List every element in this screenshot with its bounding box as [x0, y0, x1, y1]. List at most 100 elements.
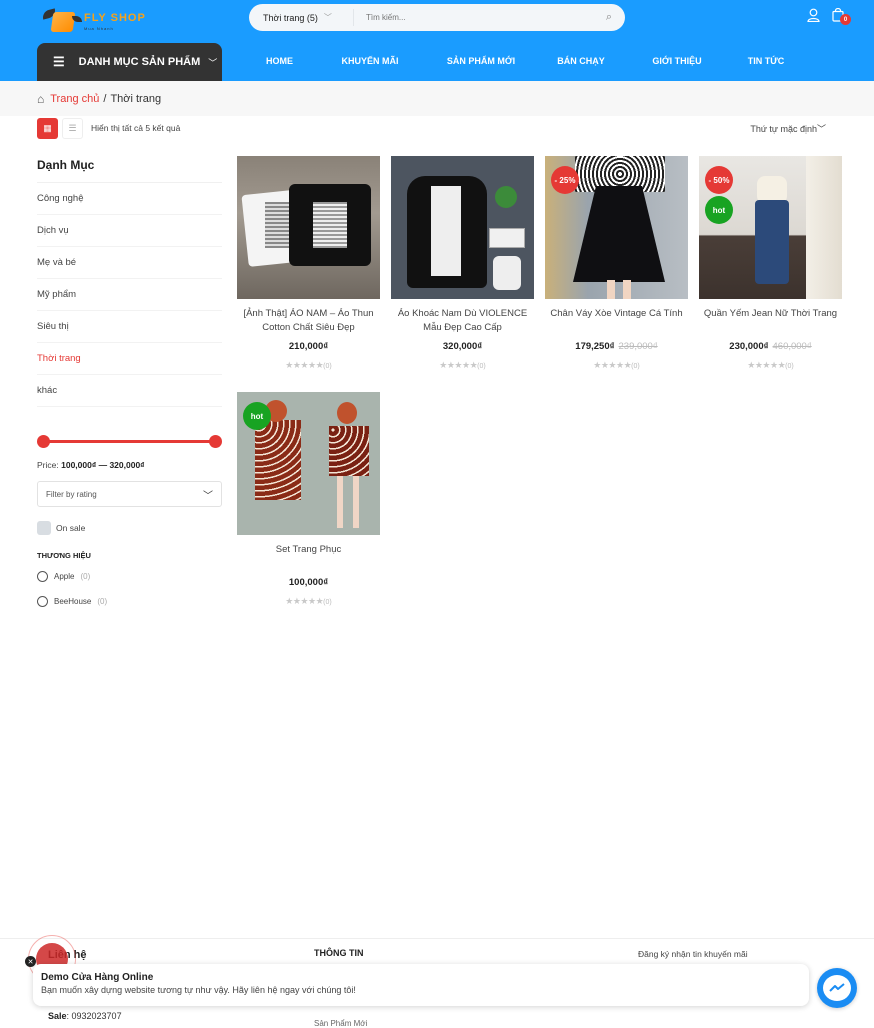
- close-popup-button[interactable]: ✕: [25, 956, 36, 967]
- category-list: Công nghệ Dịch vụ Mẹ và bé Mỹ phẩm Siêu thị T…: [37, 183, 222, 407]
- search-category-label: Thời trang (5): [263, 12, 318, 23]
- product-title[interactable]: [Ảnh Thật] ÁO NAM – Áo Thun Cotton Chất …: [237, 307, 380, 335]
- product-image[interactable]: - 50% hot: [699, 156, 842, 299]
- messenger-icon: [823, 975, 851, 1001]
- product-rating: ★★★★★(0): [391, 360, 534, 371]
- header-icons: 0: [807, 7, 851, 25]
- chevron-down-icon: ﹀: [323, 13, 332, 22]
- rating-count: (0): [477, 363, 486, 370]
- brand-count: (0): [97, 597, 108, 606]
- nav-new-products[interactable]: SẢN PHẨM MỚI: [427, 56, 535, 66]
- nav-news[interactable]: TIN TỨC: [727, 56, 805, 66]
- product-rating: ★★★★★(0): [237, 360, 380, 371]
- site-logo[interactable]: FLY SHOP Mua Nhanh: [41, 8, 152, 34]
- price-min: 100,000₫: [61, 460, 97, 470]
- messenger-chat-button[interactable]: [817, 968, 857, 1008]
- price-slider[interactable]: [37, 434, 222, 448]
- sale-badge: - 25%: [551, 166, 579, 194]
- site-header: FLY SHOP Mua Nhanh Thời trang (5) ﹀ ⌕ 0 …: [0, 0, 874, 81]
- rating-filter-label: Filter by rating: [46, 489, 97, 499]
- category-menu-label: DANH MỤC SẢN PHẨM: [78, 56, 201, 68]
- product-old-price: 460,000₫: [772, 341, 812, 352]
- chevron-down-icon: ﹀: [208, 57, 218, 68]
- product-card[interactable]: [Ảnh Thật] ÁO NAM – Áo Thun Cotton Chất …: [237, 156, 380, 371]
- search-icon[interactable]: ⌕: [599, 11, 619, 24]
- product-current-price: 100,000₫: [288, 577, 329, 588]
- star-rating-icon: ★★★★★: [439, 360, 478, 370]
- user-account-icon[interactable]: [807, 8, 820, 25]
- product-price: 230,000₫ 460,000₫: [699, 341, 842, 352]
- shop-toolbar: ▦ ☰ Hiển thị tất cả 5 kết quả Thứ tự mặc…: [37, 117, 844, 139]
- product-title[interactable]: Chân Váy Xòe Vintage Cá Tính: [545, 307, 688, 335]
- brand-filter-item[interactable]: Apple (0): [37, 568, 222, 585]
- product-title[interactable]: Quần Yếm Jean Nữ Thời Trang: [699, 307, 842, 335]
- price-slider-max-handle[interactable]: [209, 435, 222, 448]
- popup-title: Demo Cửa Hàng Online: [41, 972, 154, 983]
- chevron-down-icon: ﹀: [203, 490, 213, 502]
- sort-select[interactable]: Thứ tự mặc định﹀: [750, 122, 826, 135]
- result-count: Hiển thị tất cả 5 kết quả: [91, 123, 181, 133]
- product-image[interactable]: [391, 156, 534, 299]
- sidebar: Dạnh Mục Công nghệ Dịch vụ Mẹ và bé Mỹ phẩm…: [37, 150, 222, 610]
- sidebar-category-item[interactable]: khác: [37, 375, 222, 407]
- nav-about[interactable]: GIỚI THIỆU: [627, 56, 727, 66]
- hot-badge: hot: [705, 196, 733, 224]
- product-current-price: 320,000₫: [442, 341, 483, 352]
- brand-list: Apple (0) BeeHouse (0): [37, 568, 222, 610]
- product-card[interactable]: - 25% Chân Váy Xòe Vintage Cá Tính 179,250…: [545, 156, 688, 371]
- grid-view-button[interactable]: ▦: [37, 117, 58, 139]
- nav-promotions[interactable]: KHUYẾN MÃI: [313, 56, 427, 66]
- category-menu-button[interactable]: ☰ DANH MỤC SẢN PHẨM ﹀: [37, 43, 222, 81]
- product-image[interactable]: hot: [237, 392, 380, 535]
- on-sale-checkbox[interactable]: [37, 521, 51, 535]
- brand-title: THƯƠNG HIỆU: [37, 551, 91, 560]
- cart-button[interactable]: 0: [832, 7, 851, 25]
- product-title[interactable]: Áo Khoác Nam Dù VIOLENCE Mẫu Đẹp Cao Cấp: [391, 307, 534, 335]
- price-max: 320,000₫: [109, 460, 145, 470]
- rating-filter-select[interactable]: Filter by rating ﹀: [37, 481, 222, 507]
- price-slider-track: [41, 440, 218, 443]
- product-image[interactable]: [237, 156, 380, 299]
- price-label: Price:: [37, 460, 59, 470]
- brand-name: Apple: [54, 572, 75, 581]
- breadcrumb: ⌂ Trang chủ / Thời trang: [0, 81, 874, 116]
- product-card[interactable]: - 50% hot Quần Yếm Jean Nữ Thời Trang 230,0…: [699, 156, 842, 371]
- product-current-price: 179,250₫: [575, 341, 615, 352]
- sidebar-category-item[interactable]: Mẹ và bé: [37, 247, 222, 279]
- sidebar-category-item[interactable]: Công nghệ: [37, 183, 222, 215]
- price-slider-min-handle[interactable]: [37, 435, 50, 448]
- popup-message: Bạn muốn xây dựng website tương tự như v…: [41, 985, 356, 995]
- grid-icon: ▦: [43, 122, 52, 133]
- sidebar-category-item[interactable]: Thời trang: [37, 343, 222, 375]
- sidebar-category-item[interactable]: Siêu thị: [37, 311, 222, 343]
- brand-radio[interactable]: [37, 571, 48, 582]
- footer-sale-phone: Sale: 0932023707: [48, 1011, 122, 1021]
- product-current-price: 230,000₫: [729, 341, 769, 352]
- product-title[interactable]: Set Trang Phục: [237, 543, 380, 571]
- search-bar: Thời trang (5) ﹀ ⌕: [249, 4, 625, 31]
- nav-home[interactable]: HOME: [246, 56, 313, 66]
- sidebar-category-item[interactable]: Dịch vụ: [37, 215, 222, 247]
- sidebar-category-item[interactable]: Mỹ phẩm: [37, 279, 222, 311]
- promo-popup[interactable]: Demo Cửa Hàng Online Bạn muốn xây dựng w…: [33, 964, 809, 1006]
- product-price: 210,000₫: [237, 341, 380, 352]
- list-view-button[interactable]: ☰: [62, 117, 83, 139]
- on-sale-filter[interactable]: On sale: [37, 521, 222, 535]
- search-category-select[interactable]: Thời trang (5) ﹀: [249, 9, 354, 26]
- logo-name: FLY SHOP: [84, 12, 146, 24]
- nav-best-sellers[interactable]: BÁN CHẠY: [535, 56, 627, 66]
- price-dash: —: [98, 460, 108, 470]
- rating-count: (0): [631, 363, 640, 370]
- product-image[interactable]: - 25%: [545, 156, 688, 299]
- breadcrumb-home-link[interactable]: Trang chủ: [50, 93, 99, 105]
- brand-filter-item[interactable]: BeeHouse (0): [37, 593, 222, 610]
- search-input[interactable]: [354, 13, 599, 22]
- product-old-price: 239,000₫: [618, 341, 658, 352]
- brand-radio[interactable]: [37, 596, 48, 607]
- product-card[interactable]: hot Set Trang Phục 100,000₫ ★★★★★(0): [237, 392, 380, 607]
- product-card[interactable]: Áo Khoác Nam Dù VIOLENCE Mẫu Đẹp Cao Cấp…: [391, 156, 534, 371]
- brand-name: BeeHouse: [54, 597, 92, 606]
- sidebar-title: Dạnh Mục: [37, 150, 222, 183]
- star-rating-icon: ★★★★★: [285, 360, 324, 370]
- logo-tagline: Mua Nhanh: [84, 26, 114, 31]
